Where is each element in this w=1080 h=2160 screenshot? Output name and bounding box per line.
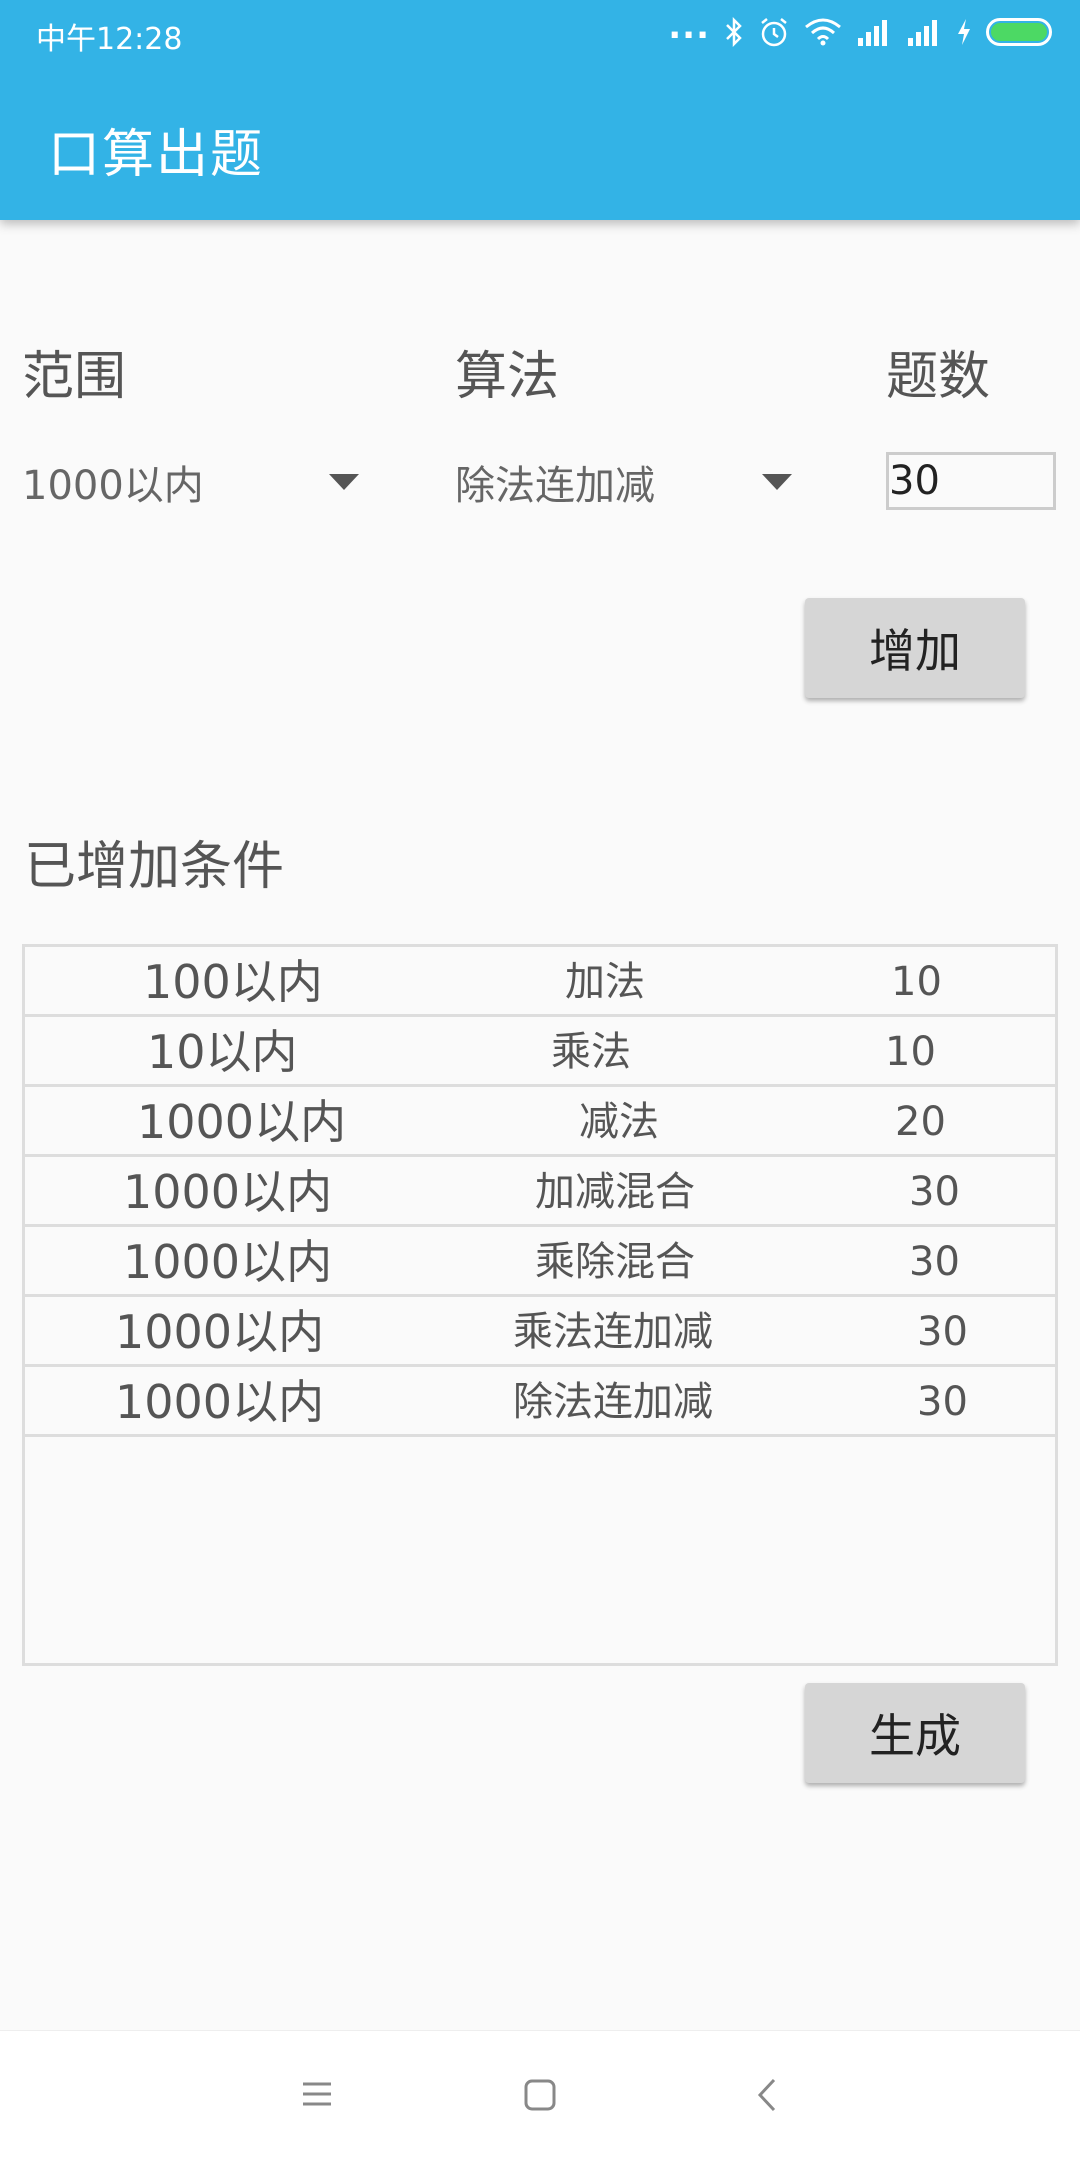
table-row[interactable]: 1000以内 乘法连加减 30 xyxy=(25,1297,1055,1367)
navigation-bar xyxy=(0,2030,1080,2160)
row-count: 30 xyxy=(909,1169,960,1215)
home-icon[interactable] xyxy=(522,2077,558,2117)
row-operation: 加减混合 xyxy=(535,1169,695,1215)
table-row[interactable]: 1000以内 除法连加减 30 xyxy=(25,1367,1055,1437)
more-dots-icon: ... xyxy=(668,7,710,47)
row-count: 30 xyxy=(917,1379,968,1425)
row-range: 1000以内 xyxy=(115,1305,325,1359)
table-row[interactable]: 1000以内 乘除混合 30 xyxy=(25,1227,1055,1297)
count-input[interactable] xyxy=(886,452,1056,510)
status-time: 中午12:28 xyxy=(36,22,183,57)
range-spinner-value: 1000以内 xyxy=(22,463,204,509)
status-icons: ... xyxy=(668,7,1052,52)
menu-icon[interactable] xyxy=(300,2077,334,2115)
table-row[interactable]: 1000以内 减法 20 xyxy=(25,1087,1055,1157)
row-range: 1000以内 xyxy=(123,1165,333,1219)
row-operation: 乘除混合 xyxy=(535,1239,695,1285)
row-range: 1000以内 xyxy=(137,1095,347,1149)
dropdown-arrow-icon xyxy=(762,474,792,490)
row-count: 20 xyxy=(895,1099,946,1145)
count-label: 题数 xyxy=(886,347,991,407)
app-title: 口算出题 xyxy=(48,125,265,185)
row-operation: 加法 xyxy=(565,959,645,1005)
row-range: 100以内 xyxy=(143,955,323,1009)
conditions-title: 已增加条件 xyxy=(24,837,285,897)
row-range: 1000以内 xyxy=(123,1235,333,1289)
range-label: 范围 xyxy=(22,347,127,407)
operation-spinner-value: 除法连加减 xyxy=(455,463,655,509)
range-spinner[interactable]: 1000以内 xyxy=(22,447,362,517)
signal-icon xyxy=(856,18,892,46)
row-count: 10 xyxy=(891,959,942,1005)
wifi-icon xyxy=(804,17,842,47)
row-operation: 乘法连加减 xyxy=(513,1309,713,1355)
alarm-icon xyxy=(758,16,790,48)
row-count: 30 xyxy=(917,1309,968,1355)
row-range: 10以内 xyxy=(147,1025,298,1079)
screen: 中午12:28 ... 口算出题 范围 算法 题数 1000以内 除法连加减 3… xyxy=(0,0,1080,2160)
operation-spinner[interactable]: 除法连加减 xyxy=(455,447,795,517)
conditions-table[interactable]: 100以内 加法 10 10以内 乘法 10 1000以内 减法 20 1000… xyxy=(22,944,1058,1666)
app-bar: 中午12:28 ... 口算出题 xyxy=(0,0,1080,220)
table-row[interactable]: 10以内 乘法 10 xyxy=(25,1017,1055,1087)
table-row[interactable]: 100以内 加法 10 xyxy=(25,947,1055,1017)
add-button[interactable]: 增加 xyxy=(805,598,1025,698)
back-icon[interactable] xyxy=(754,2077,780,2117)
charging-icon xyxy=(956,18,972,46)
table-row[interactable]: 1000以内 加减混合 30 xyxy=(25,1157,1055,1227)
row-operation: 除法连加减 xyxy=(513,1379,713,1425)
row-range: 1000以内 xyxy=(115,1375,325,1429)
bluetooth-icon xyxy=(724,17,744,47)
battery-icon xyxy=(986,18,1052,46)
row-operation: 乘法 xyxy=(551,1029,631,1075)
dropdown-arrow-icon xyxy=(329,474,359,490)
signal-icon xyxy=(906,18,942,46)
operation-label: 算法 xyxy=(455,347,560,407)
row-count: 10 xyxy=(885,1029,936,1075)
generate-button[interactable]: 生成 xyxy=(805,1683,1025,1783)
row-count: 30 xyxy=(909,1239,960,1285)
row-operation: 减法 xyxy=(579,1099,659,1145)
